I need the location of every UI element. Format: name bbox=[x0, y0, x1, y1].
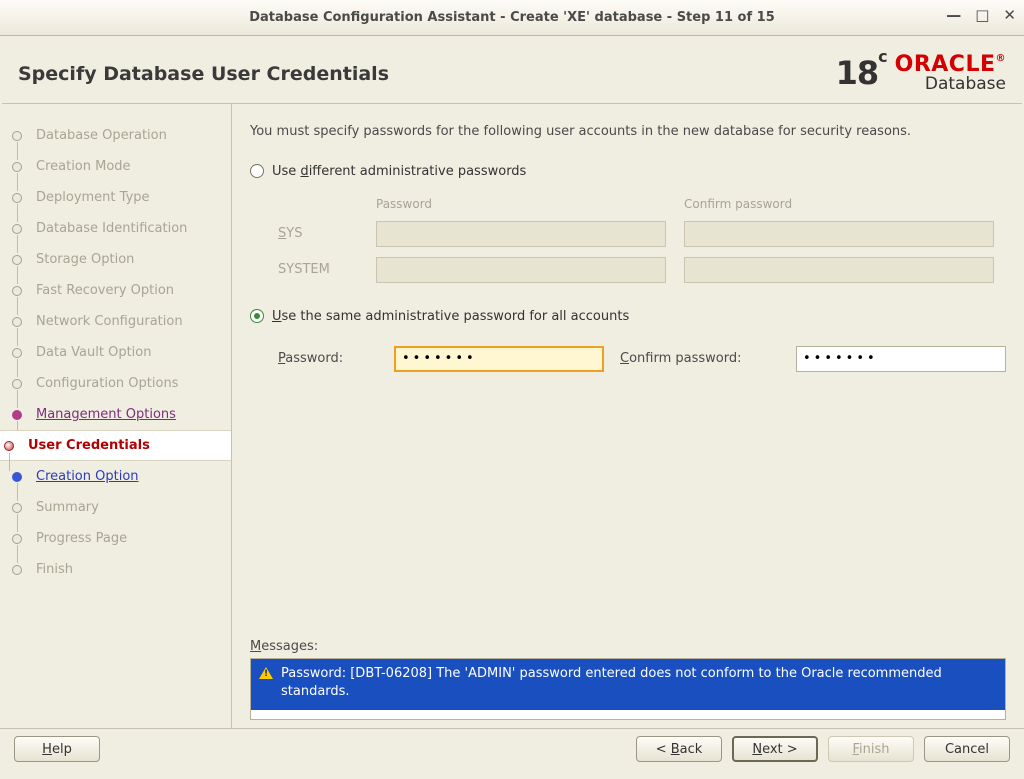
messages-label: Messages: bbox=[250, 639, 1006, 654]
step-bullet-icon bbox=[12, 224, 22, 234]
sidebar-step-creation-mode: Creation Mode bbox=[8, 151, 219, 182]
sidebar-step-configuration-options: Configuration Options bbox=[8, 368, 219, 399]
step-bullet-icon bbox=[12, 565, 22, 575]
password-label: Password: bbox=[278, 351, 378, 366]
step-bullet-icon bbox=[12, 534, 22, 544]
step-label: Management Options bbox=[36, 407, 176, 422]
next-button[interactable]: Next > bbox=[732, 736, 818, 762]
step-label: Finish bbox=[36, 562, 73, 577]
step-bullet-icon bbox=[12, 472, 22, 482]
sidebar-step-finish: Finish bbox=[8, 554, 219, 585]
step-label: Data Vault Option bbox=[36, 345, 152, 360]
different-passwords-table: Password Confirm password SYS SYSTEM bbox=[278, 197, 1006, 283]
password-input[interactable] bbox=[394, 346, 604, 372]
window-minimize-icon[interactable]: — bbox=[946, 6, 961, 24]
radio-same-label: Use the same administrative password for… bbox=[272, 309, 629, 324]
step-label: Creation Mode bbox=[36, 159, 131, 174]
sidebar-step-database-identification: Database Identification bbox=[8, 213, 219, 244]
radio-same-password[interactable]: Use the same administrative password for… bbox=[250, 309, 1006, 324]
step-label: Database Identification bbox=[36, 221, 187, 236]
row-system-label: SYSTEM bbox=[278, 262, 358, 277]
step-label: Summary bbox=[36, 500, 99, 515]
back-button[interactable]: < Back bbox=[636, 736, 722, 762]
intro-text: You must specify passwords for the follo… bbox=[250, 122, 1006, 142]
step-bullet-icon bbox=[12, 131, 22, 141]
step-label: Configuration Options bbox=[36, 376, 178, 391]
cancel-button[interactable]: Cancel bbox=[924, 736, 1010, 762]
system-password-input bbox=[376, 257, 666, 283]
wizard-sidebar: Database Operation Creation Mode Deploymen… bbox=[0, 104, 232, 728]
page-header: Specify Database User Credentials 18c OR… bbox=[0, 36, 1024, 103]
step-bullet-icon bbox=[12, 162, 22, 172]
step-label: Storage Option bbox=[36, 252, 134, 267]
row-sys-label: SYS bbox=[278, 226, 358, 241]
sidebar-step-fast-recovery-option: Fast Recovery Option bbox=[8, 275, 219, 306]
confirm-password-label: Confirm password: bbox=[620, 351, 780, 366]
sys-password-input bbox=[376, 221, 666, 247]
sidebar-step-progress-page: Progress Page bbox=[8, 523, 219, 554]
step-label: Database Operation bbox=[36, 128, 167, 143]
radio-different-passwords[interactable]: Use different administrative passwords bbox=[250, 164, 1006, 179]
step-label: Network Configuration bbox=[36, 314, 183, 329]
radio-icon bbox=[250, 309, 264, 323]
col-password-header: Password bbox=[376, 197, 666, 211]
step-label: Fast Recovery Option bbox=[36, 283, 174, 298]
wizard-footer: Help < Back Next > Finish Cancel bbox=[0, 728, 1024, 769]
sidebar-step-creation-option[interactable]: Creation Option bbox=[8, 461, 219, 492]
step-label: Creation Option bbox=[36, 469, 139, 484]
message-text: Password: [DBT-06208] The 'ADMIN' passwo… bbox=[281, 665, 997, 700]
step-bullet-icon bbox=[12, 503, 22, 513]
sidebar-step-management-options[interactable]: Management Options bbox=[8, 399, 219, 430]
sidebar-step-data-vault-option: Data Vault Option bbox=[8, 337, 219, 368]
radio-different-label: Use different administrative passwords bbox=[272, 164, 526, 179]
sidebar-step-storage-option: Storage Option bbox=[8, 244, 219, 275]
oracle-brand: 18c ORACLE® Database bbox=[836, 54, 1006, 93]
step-label: User Credentials bbox=[28, 438, 150, 453]
system-confirm-input bbox=[684, 257, 994, 283]
message-item[interactable]: Password: [DBT-06208] The 'ADMIN' passwo… bbox=[251, 659, 1005, 710]
sidebar-step-deployment-type: Deployment Type bbox=[8, 182, 219, 213]
sidebar-step-database-operation: Database Operation bbox=[8, 120, 219, 151]
step-bullet-icon bbox=[12, 193, 22, 203]
step-label: Deployment Type bbox=[36, 190, 150, 205]
step-bullet-icon bbox=[12, 317, 22, 327]
messages-box[interactable]: Password: [DBT-06208] The 'ADMIN' passwo… bbox=[250, 658, 1006, 720]
window-title: Database Configuration Assistant - Creat… bbox=[10, 10, 1014, 25]
finish-button: Finish bbox=[828, 736, 914, 762]
step-bullet-icon bbox=[12, 410, 22, 420]
window-titlebar: Database Configuration Assistant - Creat… bbox=[0, 0, 1024, 36]
step-label: Progress Page bbox=[36, 531, 127, 546]
step-bullet-icon bbox=[4, 441, 14, 451]
warning-icon bbox=[259, 667, 273, 679]
window-maximize-icon[interactable]: □ bbox=[975, 6, 989, 24]
confirm-password-input[interactable] bbox=[796, 346, 1006, 372]
radio-icon bbox=[250, 164, 264, 178]
step-bullet-icon bbox=[12, 379, 22, 389]
sidebar-step-summary: Summary bbox=[8, 492, 219, 523]
step-bullet-icon bbox=[12, 255, 22, 265]
window-close-icon[interactable]: ✕ bbox=[1003, 6, 1016, 24]
step-bullet-icon bbox=[12, 286, 22, 296]
page-title: Specify Database User Credentials bbox=[18, 63, 389, 85]
content-pane: You must specify passwords for the follo… bbox=[232, 104, 1024, 728]
col-confirm-header: Confirm password bbox=[684, 197, 994, 211]
step-bullet-icon bbox=[12, 348, 22, 358]
sidebar-step-user-credentials: User Credentials bbox=[0, 430, 231, 461]
sys-confirm-input bbox=[684, 221, 994, 247]
sidebar-step-network-configuration: Network Configuration bbox=[8, 306, 219, 337]
help-button[interactable]: Help bbox=[14, 736, 100, 762]
